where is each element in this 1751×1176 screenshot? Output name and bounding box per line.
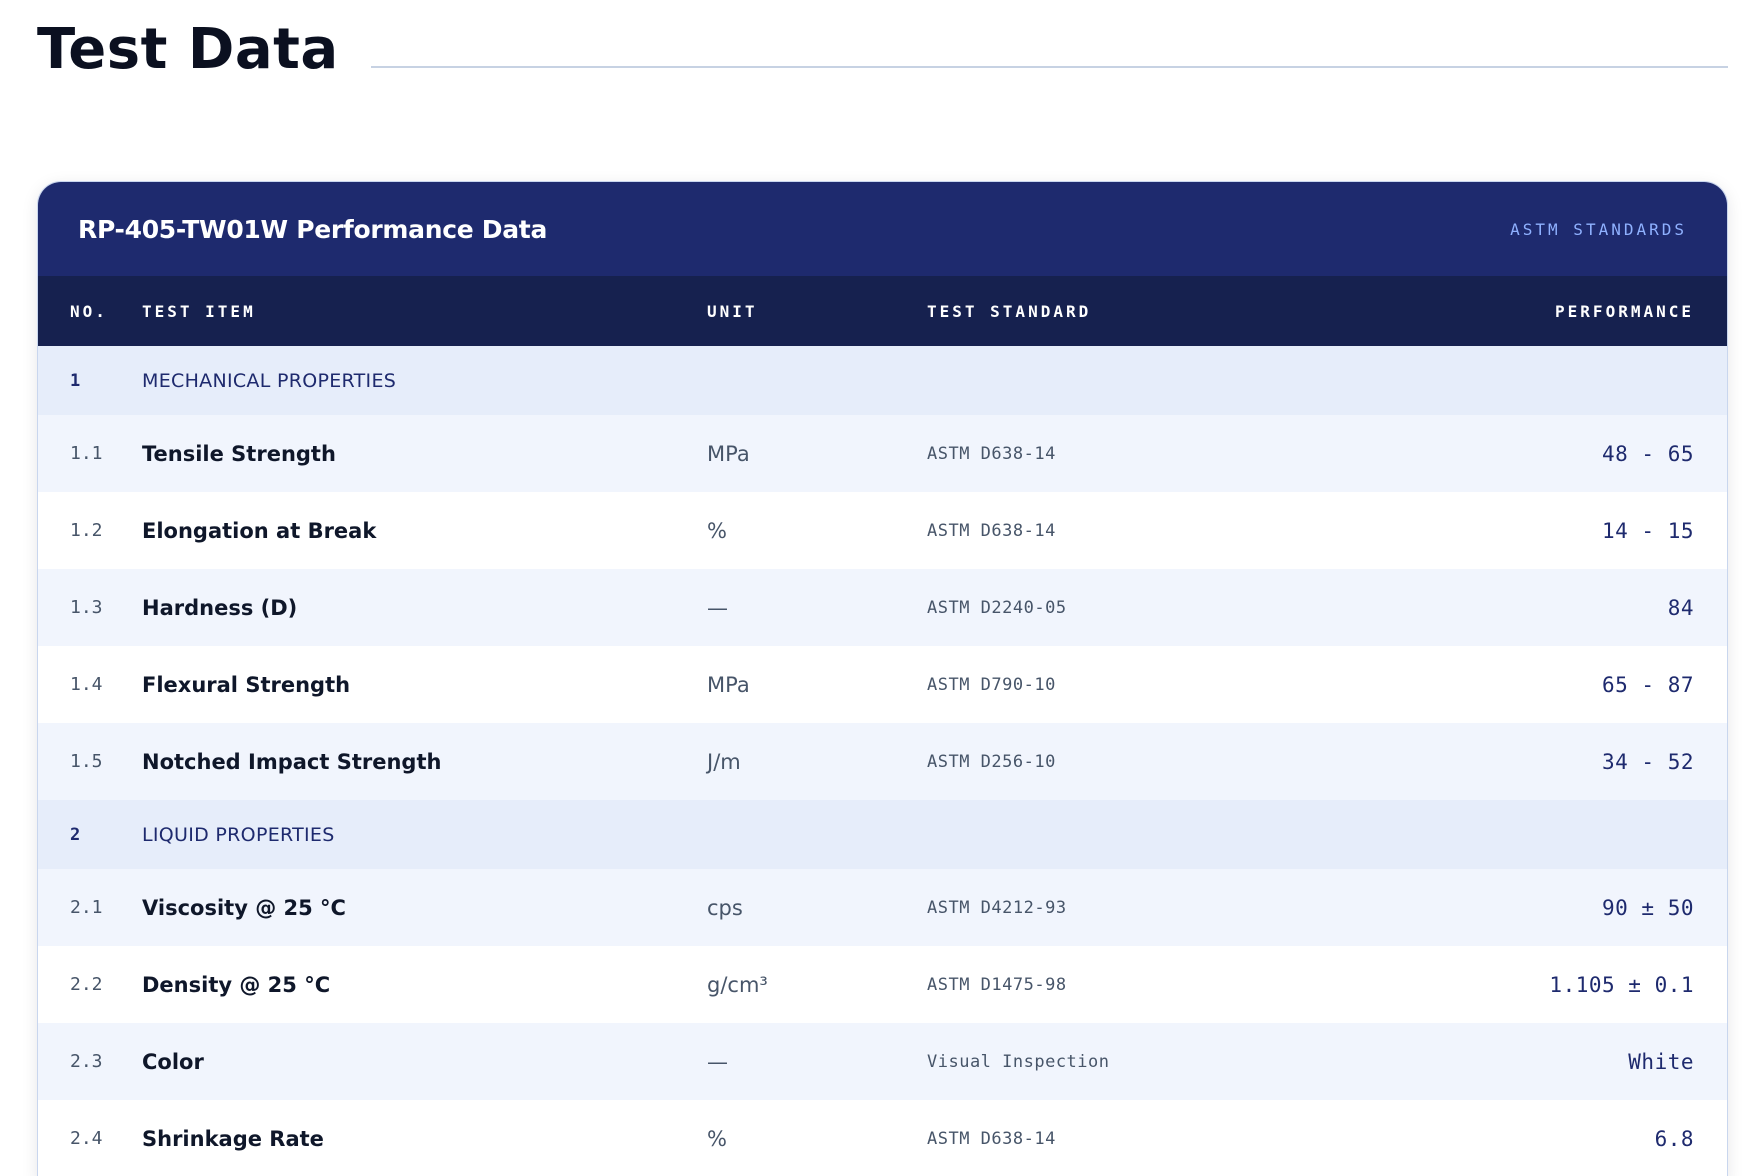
column-header-test-item: TEST ITEM — [142, 301, 256, 321]
test-standard: ASTM D638-14 — [927, 1128, 1056, 1149]
row-number: 1.2 — [70, 520, 103, 541]
performance-data-card: RP-405-TW01W Performance Data ASTM STAND… — [37, 181, 1728, 1176]
row-number: 2.3 — [70, 1051, 103, 1072]
performance-value: 84 — [1667, 595, 1694, 620]
table-row: 1.5 Notched Impact Strength J/m ASTM D25… — [38, 723, 1727, 800]
table-row: 1.2 Elongation at Break % ASTM D638-14 1… — [38, 492, 1727, 569]
table-row: 2.2 Density @ 25 °C g/cm³ ASTM D1475-98 … — [38, 946, 1727, 1023]
page: Test Data RP-405-TW01W Performance Data … — [0, 0, 1751, 1176]
card-header: RP-405-TW01W Performance Data ASTM STAND… — [38, 182, 1727, 276]
title-divider — [370, 66, 1728, 68]
table-row: 1.1 Tensile Strength MPa ASTM D638-14 48… — [38, 415, 1727, 492]
column-header-no: NO. — [70, 301, 108, 321]
standards-badge: ASTM STANDARDS — [1510, 219, 1687, 239]
test-standard: ASTM D4212-93 — [927, 897, 1067, 918]
page-title: Test Data — [37, 17, 339, 82]
test-item: Notched Impact Strength — [142, 749, 442, 774]
unit: g/cm³ — [707, 972, 768, 997]
row-number: 1.4 — [70, 674, 103, 695]
table-row: 2.3 Color — Visual Inspection White — [38, 1023, 1727, 1100]
column-header-performance: PERFORMANCE — [1555, 301, 1694, 321]
test-standard: ASTM D256-10 — [927, 751, 1056, 772]
performance-value: White — [1628, 1049, 1694, 1074]
unit: % — [707, 518, 727, 543]
table-row: 1.3 Hardness (D) — ASTM D2240-05 84 — [38, 569, 1727, 646]
test-item: Elongation at Break — [142, 518, 377, 543]
row-number: 1.5 — [70, 751, 103, 772]
test-standard: ASTM D638-14 — [927, 520, 1056, 541]
section-name: MECHANICAL PROPERTIES — [142, 369, 397, 392]
row-number: 2.4 — [70, 1128, 103, 1149]
column-header-unit: UNIT — [707, 301, 758, 321]
performance-value: 48 - 65 — [1601, 441, 1694, 466]
table-row: 2.1 Viscosity @ 25 °C cps ASTM D4212-93 … — [38, 869, 1727, 946]
test-item: Flexural Strength — [142, 672, 351, 697]
test-standard: Visual Inspection — [927, 1051, 1110, 1072]
table-row: 1.4 Flexural Strength MPa ASTM D790-10 6… — [38, 646, 1727, 723]
section-number: 1 — [70, 370, 81, 391]
row-number: 2.1 — [70, 897, 103, 918]
card-title: RP-405-TW01W Performance Data — [78, 214, 548, 244]
test-standard: ASTM D2240-05 — [927, 597, 1067, 618]
table-header: NO. TEST ITEM UNIT TEST STANDARD PERFORM… — [38, 276, 1727, 346]
unit: MPa — [707, 672, 750, 697]
unit: % — [707, 1126, 727, 1151]
unit: J/m — [707, 749, 741, 774]
table-body: 1 MECHANICAL PROPERTIES 1.1 Tensile Stre… — [38, 346, 1727, 1176]
row-number: 1.1 — [70, 443, 103, 464]
unit: — — [707, 1049, 728, 1074]
test-item: Density @ 25 °C — [142, 972, 331, 997]
page-header: Test Data — [37, 0, 1728, 100]
section-row-liquid: 2 LIQUID PROPERTIES — [38, 800, 1727, 869]
row-number: 1.3 — [70, 597, 103, 618]
table-row: 2.4 Shrinkage Rate % ASTM D638-14 6.8 — [38, 1100, 1727, 1176]
row-number: 2.2 — [70, 974, 103, 995]
test-item: Viscosity @ 25 °C — [142, 895, 346, 920]
section-name: LIQUID PROPERTIES — [142, 823, 335, 846]
performance-value: 1.105 ± 0.1 — [1549, 972, 1694, 997]
test-item: Shrinkage Rate — [142, 1126, 324, 1151]
section-number: 2 — [70, 824, 81, 845]
test-item: Hardness (D) — [142, 595, 298, 620]
unit: cps — [707, 895, 743, 920]
test-standard: ASTM D1475-98 — [927, 974, 1067, 995]
test-item: Tensile Strength — [142, 441, 336, 466]
performance-value: 90 ± 50 — [1601, 895, 1694, 920]
column-header-test-standard: TEST STANDARD — [927, 301, 1092, 321]
performance-value: 65 - 87 — [1601, 672, 1694, 697]
unit: MPa — [707, 441, 750, 466]
performance-value: 14 - 15 — [1601, 518, 1694, 543]
test-item: Color — [142, 1049, 204, 1074]
test-standard: ASTM D638-14 — [927, 443, 1056, 464]
performance-value: 34 - 52 — [1601, 749, 1694, 774]
performance-value: 6.8 — [1654, 1126, 1694, 1151]
section-row-mechanical: 1 MECHANICAL PROPERTIES — [38, 346, 1727, 415]
unit: — — [707, 595, 728, 620]
test-standard: ASTM D790-10 — [927, 674, 1056, 695]
